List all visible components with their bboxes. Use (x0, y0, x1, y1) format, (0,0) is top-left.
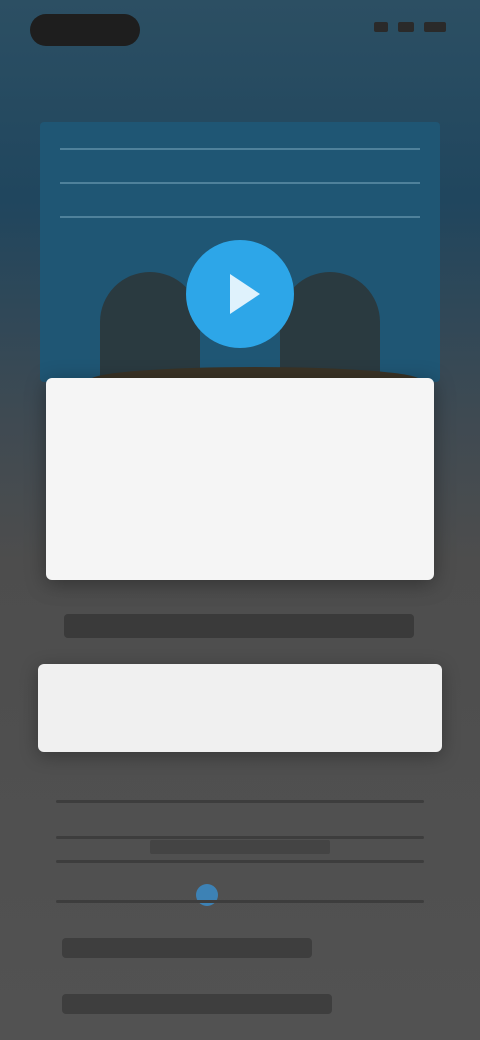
status-bar (0, 0, 480, 60)
hero-figure-right (280, 272, 380, 382)
hero-text-line (60, 216, 420, 218)
wifi-icon (398, 22, 414, 32)
divider (56, 800, 424, 803)
section-heading (64, 614, 414, 638)
status-time-pill (30, 14, 140, 46)
primary-button[interactable] (38, 664, 442, 752)
hero-figure-left (100, 272, 200, 382)
status-icons (374, 22, 446, 32)
battery-icon (424, 22, 446, 32)
play-button[interactable] (186, 240, 294, 348)
divider (56, 836, 424, 839)
divider (56, 900, 424, 903)
list-item[interactable] (62, 994, 332, 1014)
modal-card (46, 378, 434, 580)
divider (56, 860, 424, 863)
hero-text-line (60, 148, 420, 150)
hero-text-line (60, 182, 420, 184)
signal-icon (374, 22, 388, 32)
list-item[interactable] (62, 938, 312, 958)
list-heading-bar (150, 840, 330, 854)
app-screen (0, 0, 480, 1040)
play-icon (230, 274, 260, 314)
